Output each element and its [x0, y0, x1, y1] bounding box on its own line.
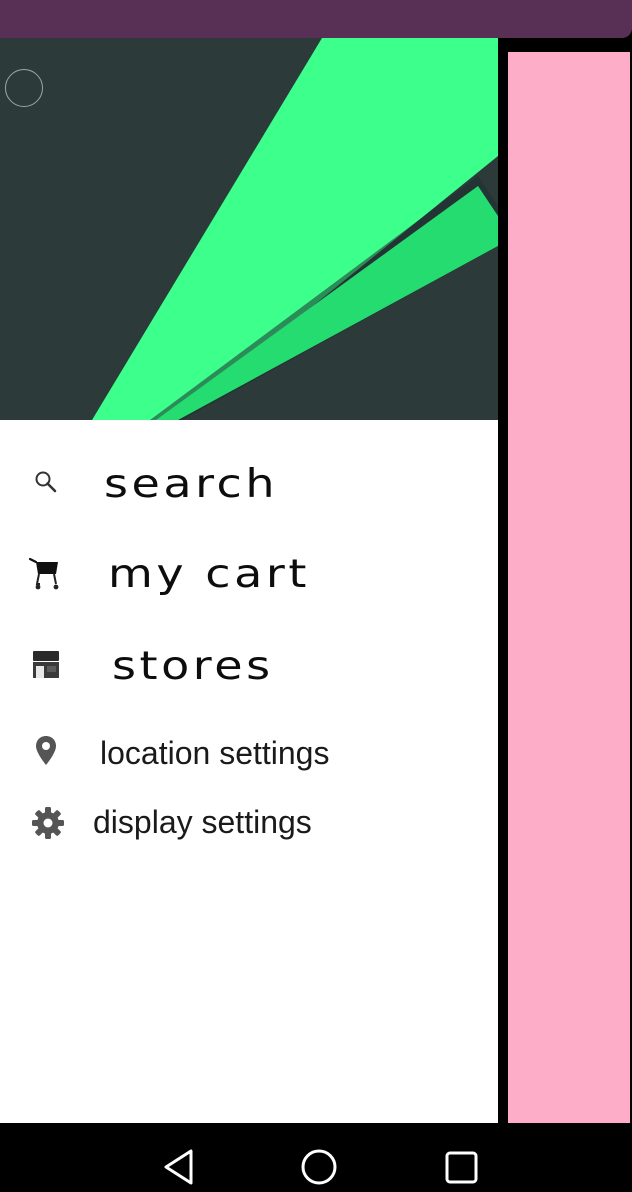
location-pin-icon — [34, 734, 58, 772]
menu-item-location-settings[interactable]: location settings — [0, 726, 498, 782]
menu-item-my-cart[interactable]: my cart — [0, 548, 498, 608]
menu-item-search[interactable]: search — [0, 458, 498, 518]
system-navigation-bar — [0, 1123, 632, 1192]
header-artwork — [0, 38, 498, 420]
navigation-drawer: search my cart stores location settings … — [0, 38, 498, 1123]
menu-item-label: location settings — [100, 735, 330, 771]
drawer-header — [0, 38, 498, 420]
gear-icon — [31, 806, 65, 844]
avatar[interactable] — [5, 69, 43, 107]
background-panel[interactable] — [508, 52, 630, 1123]
cart-icon — [28, 556, 62, 596]
store-icon — [30, 648, 62, 686]
home-icon — [301, 1149, 337, 1185]
back-icon — [164, 1149, 193, 1185]
status-bar — [0, 0, 632, 38]
back-button[interactable] — [142, 1123, 212, 1192]
menu-item-label: my cart — [108, 552, 310, 597]
menu-item-display-settings[interactable]: display settings — [0, 796, 498, 852]
home-button[interactable] — [284, 1123, 354, 1192]
menu-item-label: stores — [112, 644, 274, 689]
menu-item-stores[interactable]: stores — [0, 636, 498, 700]
recents-button[interactable] — [426, 1123, 496, 1192]
search-icon — [32, 468, 60, 500]
recents-icon — [445, 1151, 478, 1184]
menu-item-label: search — [104, 462, 279, 507]
menu-item-label: display settings — [93, 804, 312, 840]
